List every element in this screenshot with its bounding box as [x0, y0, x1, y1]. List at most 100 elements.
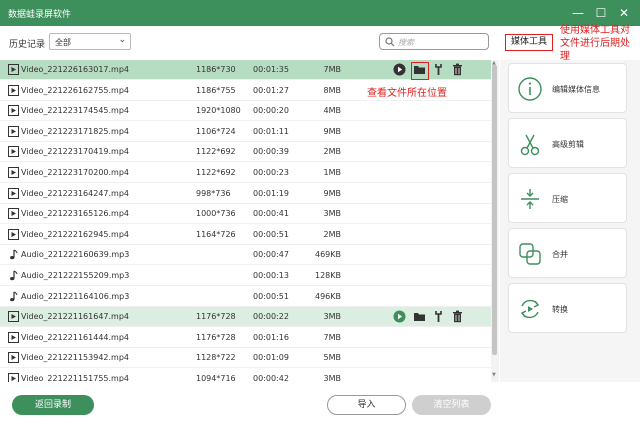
- table-row[interactable]: Video_221223165126.mp4 1000*736 00:00:41 3M…: [0, 204, 491, 225]
- tool-label: 压缩: [552, 195, 568, 204]
- scrollbar-thumb[interactable]: [492, 65, 497, 355]
- maximize-button[interactable]: ☐: [591, 3, 611, 23]
- scroll-down-icon[interactable]: ▼: [492, 372, 496, 378]
- file-size: 5MB: [323, 353, 341, 363]
- file-resolution: 1000*736: [196, 209, 236, 219]
- convert-button[interactable]: 转换: [508, 283, 627, 333]
- table-row[interactable]: Audio_221221164106.mp3 00:00:51 496KB: [0, 287, 491, 307]
- video-file-icon: [8, 228, 19, 242]
- file-duration: 00:01:27: [253, 85, 289, 95]
- file-resolution: 1186*755: [196, 85, 236, 95]
- file-size: 7MB: [323, 332, 341, 342]
- file-name: Video_221221161444.mp4: [21, 332, 129, 342]
- video-file-icon: [8, 352, 19, 365]
- file-resolution: 1164*726: [196, 229, 236, 239]
- search-input[interactable]: [398, 36, 484, 48]
- table-row[interactable]: Video_221223174545.mp4 1920*1080 00:00:20 4…: [0, 101, 491, 122]
- file-name: Video_221222162945.mp4: [21, 229, 129, 239]
- file-duration: 00:00:51: [253, 229, 289, 239]
- file-size: 2MB: [323, 147, 341, 157]
- wrench-icon[interactable]: [432, 310, 446, 324]
- table-row[interactable]: Video_221223170419.mp4 1122*692 00:00:39 2M…: [0, 142, 491, 163]
- table-row[interactable]: Video_221222162945.mp4 1164*726 00:00:51 2M…: [0, 225, 491, 245]
- file-name: Video_221223170419.mp4: [21, 147, 129, 157]
- file-name: Video_221221151755.mp4: [21, 374, 129, 382]
- file-resolution: 1106*724: [196, 126, 236, 136]
- video-file-icon: [8, 84, 19, 98]
- file-size: 4MB: [323, 106, 341, 116]
- locate-file-highlight: [411, 62, 429, 80]
- file-size: 9MB: [323, 126, 341, 136]
- history-filter-select[interactable]: 全部 ⌄: [49, 33, 131, 50]
- video-file-icon: [8, 105, 19, 118]
- table-row[interactable]: Video_221221153942.mp4 1128*722 00:01:09 5M…: [0, 348, 491, 369]
- video-file-icon: [8, 373, 19, 382]
- compress-button[interactable]: 压缩: [508, 173, 627, 223]
- file-duration: 00:00:42: [253, 374, 289, 382]
- window-title: 数据蛙录屏软件: [8, 10, 72, 20]
- audio-file-icon: [8, 249, 19, 262]
- file-duration: 00:00:51: [253, 291, 289, 301]
- file-name: Video_221226163017.mp4: [21, 65, 129, 74]
- chevron-down-icon: ⌄: [118, 35, 126, 45]
- file-duration: 00:01:19: [253, 188, 289, 198]
- merge-icon: [519, 243, 541, 265]
- table-row[interactable]: Video_221223164247.mp4 998*736 00:01:19 9MB: [0, 184, 491, 204]
- file-name: Audio_221221164106.mp3: [21, 291, 130, 301]
- edit-media-info-button[interactable]: 编辑媒体信息: [508, 63, 627, 113]
- play-icon[interactable]: [393, 310, 407, 324]
- clear-list-button[interactable]: 清空列表: [412, 395, 491, 415]
- history-label: 历史记录: [9, 40, 46, 50]
- file-duration: 00:00:20: [253, 106, 289, 116]
- table-row[interactable]: Audio_221222155209.mp3 00:00:13 128KB: [0, 266, 491, 286]
- table-row[interactable]: Video_221223170200.mp4 1122*692 00:00:23 1M…: [0, 163, 491, 183]
- file-name: Video_221226162755.mp4: [21, 85, 129, 95]
- file-duration: 00:00:13: [253, 271, 289, 280]
- close-button[interactable]: ✕: [614, 3, 634, 23]
- file-resolution: 998*736: [196, 188, 231, 198]
- wrench-icon[interactable]: [432, 63, 446, 77]
- scroll-up-icon[interactable]: ▲: [492, 60, 496, 66]
- merge-button[interactable]: 合并: [508, 228, 627, 278]
- file-size: 3MB: [323, 209, 341, 219]
- minimize-button[interactable]: —: [568, 3, 588, 23]
- play-icon[interactable]: [393, 63, 407, 77]
- file-duration: 00:00:22: [253, 312, 289, 322]
- file-size: 128KB: [314, 271, 341, 280]
- file-duration: 00:01:16: [253, 332, 289, 342]
- file-resolution: 1094*716: [196, 374, 236, 382]
- table-row[interactable]: Audio_221222160639.mp3 00:00:47 469KB: [0, 245, 491, 266]
- search-box[interactable]: [379, 33, 489, 50]
- file-size: 2MB: [323, 229, 341, 239]
- file-size: 469KB: [314, 250, 341, 260]
- back-to-record-button[interactable]: 返回录制: [12, 395, 94, 415]
- table-row[interactable]: Video_221221161444.mp4 1176*728 00:01:16 7M…: [0, 328, 491, 348]
- folder-icon[interactable]: [413, 310, 427, 324]
- video-file-icon: [8, 146, 19, 159]
- video-file-icon: [8, 311, 19, 324]
- tool-label: 合并: [552, 250, 568, 259]
- file-duration: 00:01:09: [253, 353, 289, 363]
- file-name: Video_221223170200.mp4: [21, 168, 129, 177]
- title-bar: 数据蛙录屏软件 — ☐ ✕: [0, 0, 640, 26]
- file-resolution: 1176*728: [196, 312, 236, 322]
- file-name: Video_221223165126.mp4: [21, 209, 129, 219]
- file-duration: 00:00:41: [253, 209, 289, 219]
- import-button[interactable]: 导入: [327, 395, 406, 415]
- trash-icon[interactable]: [451, 63, 465, 77]
- media-tools-annotation-2: 文件进行后期处: [560, 38, 630, 49]
- video-file-icon: [8, 125, 19, 139]
- tool-label: 编辑媒体信息: [552, 85, 600, 94]
- scissors-icon: [520, 134, 540, 156]
- advanced-cut-button[interactable]: 高级剪辑: [508, 118, 627, 168]
- file-size: 496KB: [314, 291, 341, 301]
- trash-icon[interactable]: [451, 310, 465, 324]
- table-row[interactable]: Video_221221151755.mp4 1094*716 00:00:42 3M…: [0, 369, 491, 382]
- file-size: 1MB: [323, 168, 341, 177]
- file-duration: 00:00:39: [253, 147, 289, 157]
- table-row[interactable]: Video_221221161647.mp4 1176*728 00:00:22 3M…: [0, 307, 491, 328]
- media-tools-title: 媒体工具: [505, 34, 553, 51]
- file-resolution: 1122*692: [196, 147, 236, 157]
- file-name: Video_221223171825.mp4: [21, 126, 129, 136]
- table-row[interactable]: Video_221223171825.mp4 1106*724 00:01:11 9M…: [0, 122, 491, 142]
